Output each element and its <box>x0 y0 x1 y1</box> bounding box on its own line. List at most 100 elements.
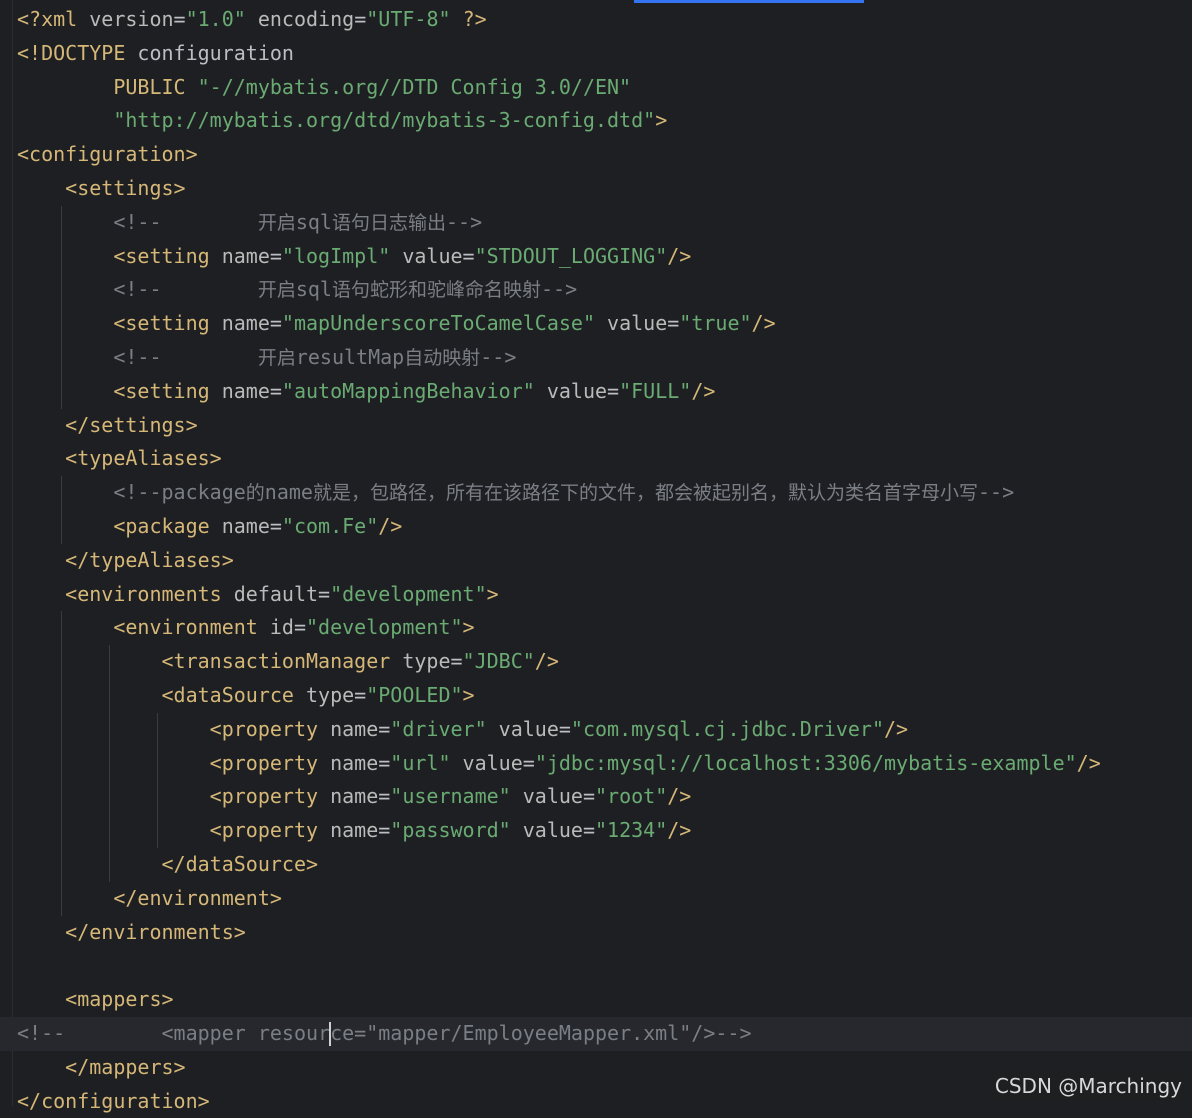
indent <box>17 311 113 335</box>
code-line[interactable] <box>0 949 1192 983</box>
code-token: <typeAliases> <box>65 446 222 470</box>
indent-guide <box>109 645 110 679</box>
code-line[interactable]: <setting name="mapUnderscoreToCamelCase"… <box>0 307 1192 341</box>
code-token: <!-- <mapper resour <box>17 1021 330 1045</box>
code-token: "true" <box>679 311 751 335</box>
code-token: <!--package <box>113 480 245 504</box>
code-line[interactable]: <property name="password" value="1234"/> <box>0 814 1192 848</box>
indent <box>17 818 210 842</box>
code-token: --> <box>541 277 577 301</box>
code-token: "http://mybatis.org/dtd/mybatis-3-config… <box>113 108 655 132</box>
code-token: <mappers> <box>65 987 173 1011</box>
code-token: "FULL" <box>619 379 691 403</box>
code-token: <property <box>210 751 318 775</box>
code-token: </environment> <box>113 886 282 910</box>
code-token: "root" <box>595 784 667 808</box>
indent <box>17 244 113 268</box>
code-token: = <box>270 514 282 538</box>
code-line[interactable]: </typeAliases> <box>0 544 1192 578</box>
code-line[interactable]: </dataSource> <box>0 848 1192 882</box>
code-token: value <box>451 751 523 775</box>
code-line[interactable]: <property name="username" value="root"/> <box>0 780 1192 814</box>
code-line[interactable]: </environment> <box>0 882 1192 916</box>
indent-guide <box>61 882 62 916</box>
code-line[interactable]: <!-- 开启sql语句日志输出--> <box>0 206 1192 240</box>
code-token: <property <box>210 784 318 808</box>
code-token: <!-- <box>113 277 258 301</box>
code-line[interactable]: <dataSource type="POOLED"> <box>0 679 1192 713</box>
code-token: /> <box>535 649 559 673</box>
code-line[interactable]: <setting name="autoMappingBehavior" valu… <box>0 375 1192 409</box>
code-token: = <box>451 649 463 673</box>
indent-guide <box>157 713 158 747</box>
code-line[interactable]: <transactionManager type="JDBC"/> <box>0 645 1192 679</box>
code-token: "-//mybatis.org//DTD Config 3.0//EN" <box>198 75 631 99</box>
code-line[interactable]: <!--package的name就是，包路径，所有在该路径下的文件，都会被起别名… <box>0 476 1192 510</box>
code-line[interactable]: PUBLIC "-//mybatis.org//DTD Config 3.0//… <box>0 71 1192 105</box>
code-token: "autoMappingBehavior" <box>282 379 535 403</box>
code-token: name <box>318 784 378 808</box>
code-token: = <box>270 244 282 268</box>
indent <box>17 480 113 504</box>
code-token: = <box>378 818 390 842</box>
code-line[interactable]: <mappers> <box>0 983 1192 1017</box>
code-token: /> <box>378 514 402 538</box>
code-token: "url" <box>390 751 450 775</box>
code-line[interactable]: <!-- 开启resultMap自动映射--> <box>0 341 1192 375</box>
code-line[interactable]: <environments default="development"> <box>0 578 1192 612</box>
code-line[interactable]: "http://mybatis.org/dtd/mybatis-3-config… <box>0 104 1192 138</box>
code-line[interactable]: <configuration> <box>0 138 1192 172</box>
indent-guide <box>61 375 62 409</box>
indent <box>17 413 65 437</box>
code-token: name <box>265 480 313 504</box>
code-token: /> <box>1077 751 1101 775</box>
indent <box>17 649 162 673</box>
indent-guide <box>61 679 62 713</box>
indent-guide <box>61 814 62 848</box>
code-line[interactable]: <settings> <box>0 172 1192 206</box>
code-line[interactable]: <!-- 开启sql语句蛇形和驼峰命名映射--> <box>0 273 1192 307</box>
code-line[interactable]: <!DOCTYPE configuration <box>0 37 1192 71</box>
code-token: PUBLIC <box>113 75 185 99</box>
code-token: = <box>270 379 282 403</box>
code-line[interactable]: </settings> <box>0 409 1192 443</box>
code-token: value <box>390 244 462 268</box>
code-editor[interactable]: <?xml version="1.0" encoding="UTF-8" ?><… <box>0 0 1192 1106</box>
code-token: > <box>487 582 499 606</box>
code-token: <settings> <box>65 176 185 200</box>
code-token: <!-- <box>113 345 258 369</box>
code-token: sql <box>296 277 332 301</box>
code-token: = <box>354 683 366 707</box>
code-token: </dataSource> <box>162 852 319 876</box>
code-token: = <box>174 7 186 31</box>
code-token: <configuration> <box>17 142 198 166</box>
indent-guide <box>109 780 110 814</box>
code-token: name <box>210 514 270 538</box>
code-line[interactable]: <!-- <mapper resource="mapper/EmployeeMa… <box>0 1017 1192 1051</box>
code-line[interactable]: <?xml version="1.0" encoding="UTF-8" ?> <box>0 3 1192 37</box>
code-token: <setting <box>113 244 209 268</box>
code-token: = <box>378 751 390 775</box>
code-token: = <box>583 784 595 808</box>
indent <box>17 582 65 606</box>
code-line[interactable]: <setting name="logImpl" value="STDOUT_LO… <box>0 240 1192 274</box>
indent-guide <box>109 848 110 882</box>
code-token: "jdbc:mysql://localhost:3306/mybatis-exa… <box>535 751 1077 775</box>
indent <box>17 615 113 639</box>
indent <box>17 1055 65 1079</box>
code-token: = <box>378 717 390 741</box>
code-line[interactable]: </environments> <box>0 916 1192 950</box>
code-token: "JDBC" <box>463 649 535 673</box>
code-line[interactable]: <package name="com.Fe"/> <box>0 510 1192 544</box>
code-token: <package <box>113 514 209 538</box>
code-area[interactable]: <?xml version="1.0" encoding="UTF-8" ?><… <box>0 3 1192 1118</box>
code-line[interactable]: <environment id="development"> <box>0 611 1192 645</box>
code-token: name <box>210 311 270 335</box>
code-line[interactable]: <typeAliases> <box>0 442 1192 476</box>
indent <box>17 683 162 707</box>
code-token: <setting <box>113 379 209 403</box>
code-token: "1234" <box>595 818 667 842</box>
code-line[interactable]: <property name="driver" value="com.mysql… <box>0 713 1192 747</box>
code-token: "logImpl" <box>282 244 390 268</box>
code-line[interactable]: <property name="url" value="jdbc:mysql:/… <box>0 747 1192 781</box>
